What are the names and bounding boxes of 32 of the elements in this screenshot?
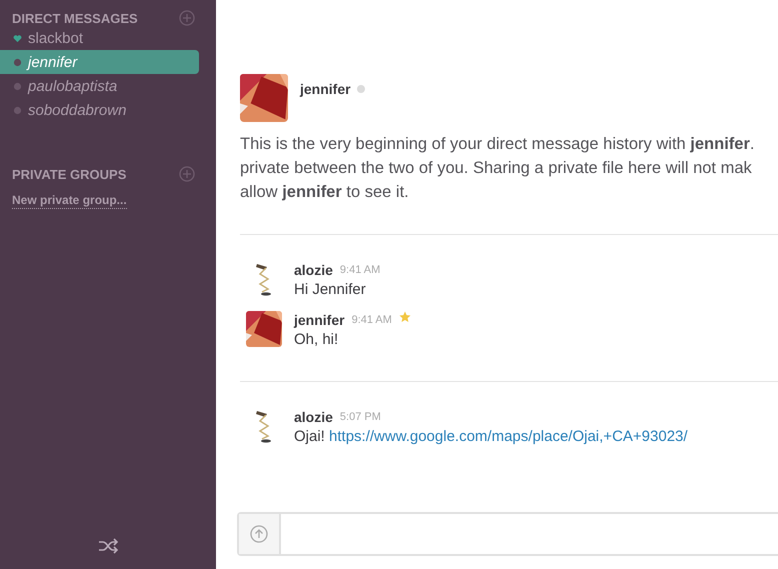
presence-dot-icon bbox=[13, 106, 22, 114]
star-icon[interactable] bbox=[398, 311, 411, 323]
author-name[interactable]: alozie bbox=[294, 262, 333, 278]
section-heading: PRIVATE GROUPS bbox=[12, 166, 126, 182]
add-icon[interactable] bbox=[179, 10, 195, 26]
lamp-picture bbox=[256, 410, 272, 442]
message-text: Ojai! https://www.google.com/maps/place/Ojai,+CA+93023/ bbox=[294, 427, 688, 447]
sidebar-item[interactable]: jennifer bbox=[0, 50, 199, 74]
timestamp: 9:41 AM bbox=[340, 264, 380, 276]
url-link[interactable]: https://www.google.com/maps/place/Ojai,+CA+93023/ bbox=[329, 428, 688, 445]
sidebar-item[interactable]: paulobaptista bbox=[0, 74, 199, 98]
lamp-picture bbox=[256, 262, 272, 296]
message-text: Hi Jennifer bbox=[294, 280, 367, 300]
shuffle-icon[interactable] bbox=[98, 538, 118, 554]
add-icon[interactable] bbox=[179, 166, 195, 182]
author-name[interactable]: jennifer bbox=[294, 312, 345, 328]
intro-text: This is the very beginning of your direct message history with jennifer. private between the two of you. Sharing a private file here will not mak allow jennifer to see it. bbox=[240, 134, 756, 203]
section-heading: DIRECT MESSAGES bbox=[12, 10, 138, 26]
presence-dot-icon bbox=[13, 82, 22, 90]
avatar-picture bbox=[246, 311, 282, 347]
presence-dot-icon bbox=[13, 58, 22, 66]
new-group-link[interactable]: New private group... bbox=[12, 193, 127, 209]
heart-icon bbox=[13, 34, 22, 42]
avatar-picture bbox=[240, 74, 288, 122]
presence-dot-icon bbox=[356, 85, 365, 93]
message-text: Oh, hi! bbox=[294, 330, 340, 350]
timestamp: 5:07 PM bbox=[340, 411, 381, 423]
sidebar-item[interactable]: slackbot bbox=[0, 26, 199, 50]
timestamp: 9:41 AM bbox=[352, 314, 392, 326]
author-name[interactable]: alozie bbox=[294, 409, 333, 425]
sidebar-item[interactable]: soboddabrown bbox=[0, 98, 199, 122]
user-name: jennifer bbox=[300, 81, 351, 97]
